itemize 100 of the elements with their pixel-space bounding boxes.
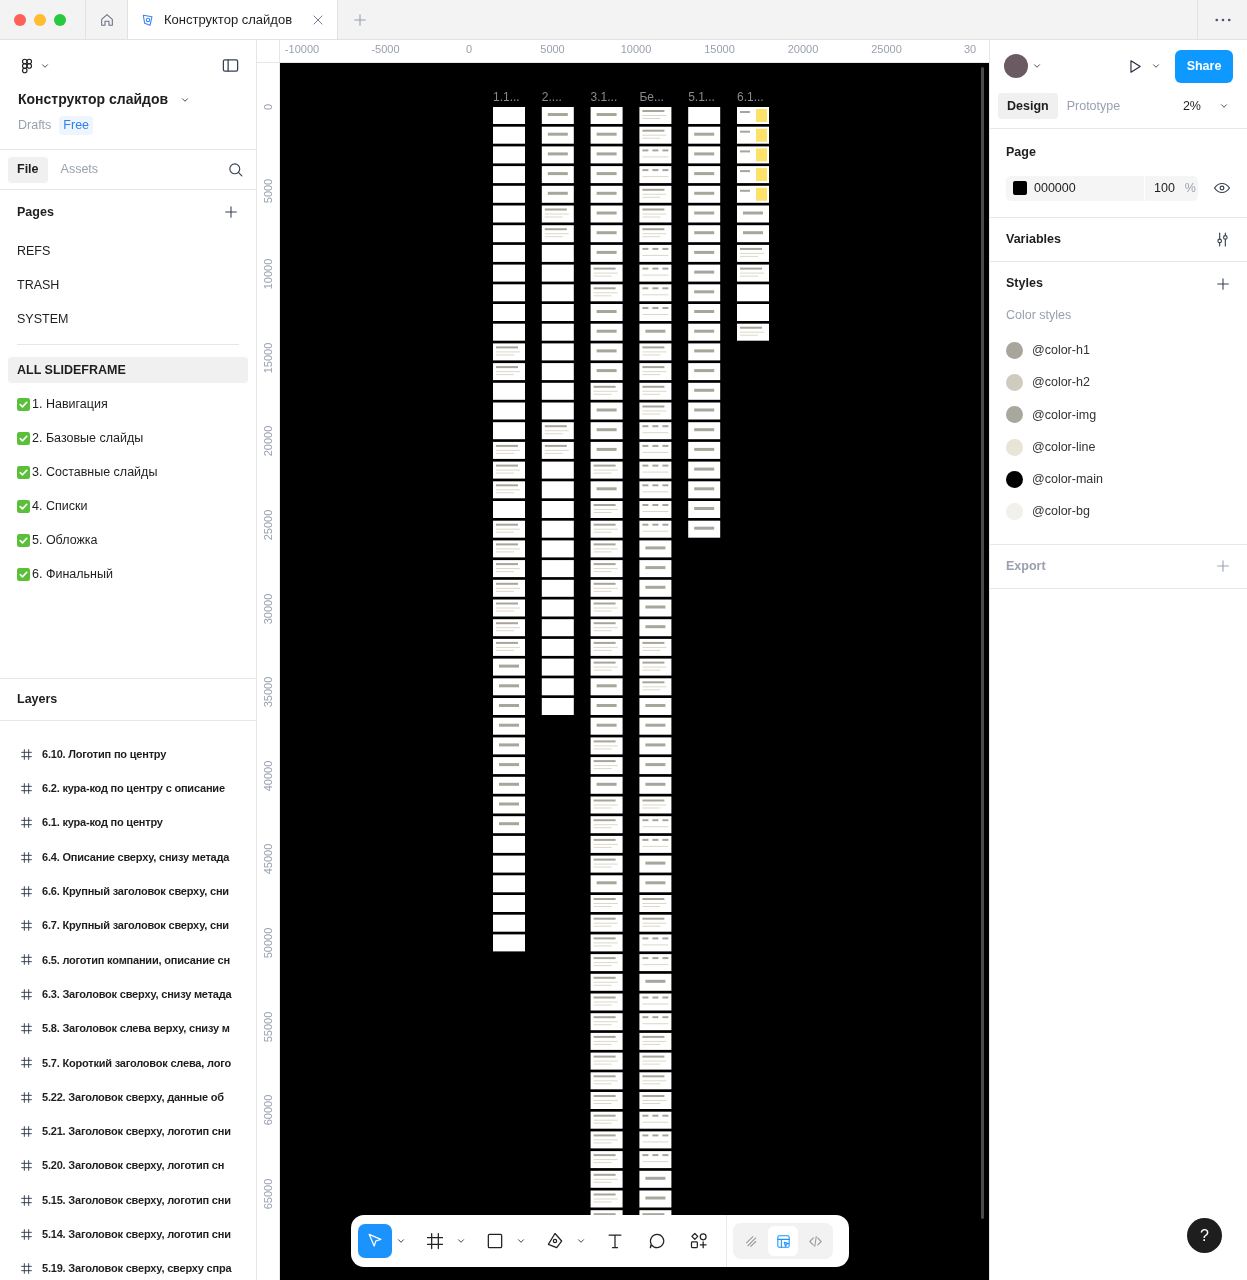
layer-item[interactable]: 5.22. Заголовок сверху, данные об: [0, 1079, 256, 1115]
zoom-window-icon[interactable]: [54, 13, 66, 26]
page-item[interactable]: 1. Навигация: [8, 391, 248, 417]
scrollbar[interactable]: [981, 67, 984, 1219]
slide-thumbnail: [590, 422, 623, 440]
shapes-icon: [689, 1231, 709, 1251]
layer-item[interactable]: 6.10. Логотип по центру: [0, 737, 256, 772]
slide-thumbnail: [639, 914, 672, 932]
home-icon: [98, 11, 115, 28]
slide-thumbnail: [590, 520, 623, 538]
layer-item[interactable]: 5.7. Короткий заголовок слева, лого: [0, 1045, 256, 1080]
slide-thumbnail: [590, 264, 623, 282]
color-style-item[interactable]: @color-main: [1006, 463, 1231, 496]
slide-thumbnail: [590, 1052, 623, 1070]
frame-label[interactable]: 6.1...: [737, 88, 764, 106]
ruler-label: -5000: [371, 42, 400, 57]
page-item[interactable]: SYSTEM: [8, 306, 248, 332]
page-item[interactable]: REFS: [8, 238, 248, 264]
layer-item[interactable]: 6.5. логотип компании, описание сн: [0, 942, 256, 978]
color-style-item[interactable]: @color-h2: [1006, 366, 1231, 399]
frame-label[interactable]: 2....: [541, 88, 562, 106]
slide-thumbnail: [493, 796, 525, 814]
layer-item[interactable]: 6.7. Крупный заголовок сверху, сни: [0, 908, 256, 943]
caret-icon: [1151, 61, 1161, 71]
avatar[interactable]: [1004, 54, 1028, 78]
layer-name: 6.10. Логотип по центру: [42, 746, 167, 762]
slide-thumbnail: [590, 954, 623, 972]
slide-thumbnail: [590, 461, 623, 479]
layout-icon: [774, 1232, 792, 1250]
layers-heading: Layers: [17, 691, 58, 709]
page-item[interactable]: 4. Списки: [8, 493, 248, 519]
slide-thumbnail: [590, 1092, 623, 1109]
design-mode-button[interactable]: [768, 1226, 798, 1256]
slide-thumbnail: [639, 441, 672, 459]
hash-icon: [20, 747, 33, 761]
ruler-label: 20000: [787, 42, 819, 57]
move-tool-button[interactable]: [358, 1224, 392, 1258]
slide-thumbnail: [639, 481, 672, 499]
minimize-window-icon[interactable]: [34, 13, 46, 26]
slide-thumbnail: [639, 205, 672, 223]
color-style-item[interactable]: @color-bg: [1006, 495, 1231, 528]
page-item[interactable]: 5. Обложка: [8, 527, 248, 553]
layer-item[interactable]: 5.15. Заголовок сверху, логотип сни: [0, 1182, 256, 1218]
slide-thumbnail: [493, 225, 525, 243]
slide-thumbnail: [590, 1131, 623, 1149]
page-item[interactable]: 6. Финальный: [8, 561, 248, 587]
slide-thumbnail: [688, 422, 721, 440]
pages-heading: Pages: [17, 203, 54, 221]
slide-thumbnail: [688, 481, 721, 499]
frame-label[interactable]: 1.1...: [493, 88, 520, 106]
hash-icon: [20, 953, 33, 967]
slide-thumbnail: [639, 993, 672, 1011]
slide-thumbnail: [541, 363, 574, 381]
color-style-item[interactable]: @color-img: [1006, 398, 1231, 432]
slide-thumbnail: [493, 757, 525, 775]
frame-label[interactable]: Бе...: [639, 88, 664, 106]
page-item[interactable]: TRASH: [8, 272, 248, 298]
inspector-tab[interactable]: Design: [998, 93, 1058, 119]
layer-item[interactable]: 6.4. Описание сверху, снизу метада: [0, 839, 256, 875]
ruler-label: 0: [260, 103, 275, 111]
layer-item[interactable]: 6.6. Крупный заголовок сверху, сни: [0, 874, 256, 909]
file-name[interactable]: Конструктор слайдов: [18, 89, 169, 110]
file-tab[interactable]: Конструктор слайдов: [128, 0, 338, 39]
close-window-icon[interactable]: [14, 13, 26, 26]
slide-thumbnail: [639, 599, 672, 617]
slide-thumbnail: [639, 757, 672, 775]
layer-item[interactable]: 6.3. Заголовок сверху, снизу метада: [0, 977, 256, 1012]
layer-item[interactable]: 5.8. Заголовок слева верху, снизу м: [0, 1011, 256, 1046]
help-button[interactable]: ?: [1187, 1218, 1222, 1253]
slide-thumbnail: [493, 717, 525, 735]
layer-item[interactable]: 5.20. Заголовок сверху, логотип сн: [0, 1148, 256, 1183]
ruler-label: 15000: [260, 342, 275, 374]
layer-item[interactable]: 6.1. кура-код по центру: [0, 805, 256, 840]
slide-thumbnail: [493, 441, 525, 459]
page-item[interactable]: ALL SLIDEFRAME: [8, 357, 248, 383]
more-icon: [1214, 17, 1231, 22]
caret-icon: [576, 1236, 586, 1246]
color-style-item[interactable]: @color-h1: [1006, 334, 1231, 367]
slide-thumbnail: [493, 698, 525, 715]
page-item[interactable]: 2. Базовые слайды: [8, 425, 248, 451]
slide-thumbnail: [639, 343, 672, 361]
zoom-menu[interactable]: 2%: [1182, 96, 1229, 116]
layer-item[interactable]: 5.21. Заголовок сверху, логотип сни: [0, 1114, 256, 1149]
frame-label[interactable]: 3.1...: [590, 88, 618, 106]
slide-thumbnail: [737, 323, 769, 341]
plus-icon: [1215, 558, 1231, 575]
variables-heading: Variables: [1006, 230, 1061, 248]
frame-label[interactable]: 5.1...: [688, 88, 715, 106]
page-item[interactable]: 3. Составные слайды: [8, 459, 248, 485]
layer-item[interactable]: 5.14. Заголовок сверху, логотип сни: [0, 1217, 256, 1252]
page-color-field[interactable]: 000000 100 %: [1006, 175, 1198, 201]
color-style-item[interactable]: @color-line: [1006, 431, 1231, 464]
panel-tab[interactable]: File: [8, 156, 48, 183]
slide-thumbnail: [590, 638, 623, 656]
slide-thumbnail: [541, 323, 574, 341]
layer-item[interactable]: 5.19. Заголовок сверху, сверху спра: [0, 1251, 256, 1280]
slide-thumbnail: [590, 579, 623, 597]
hash-icon: [20, 1022, 33, 1035]
layer-item[interactable]: 6.2. кура-код по центру с описание: [0, 771, 256, 806]
slide-thumbnail: [590, 717, 623, 735]
